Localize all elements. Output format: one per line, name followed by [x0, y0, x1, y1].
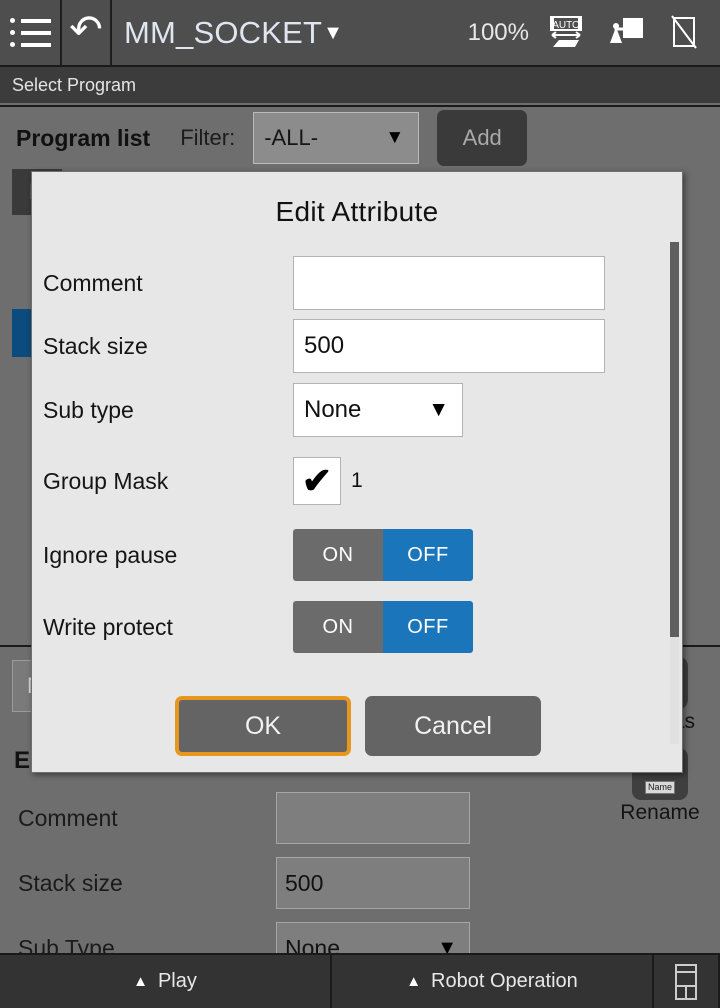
stack-size-label: Stack size: [18, 870, 276, 897]
sub-type-select[interactable]: None ▼: [293, 383, 463, 437]
dialog-title: Edit Attribute: [32, 172, 682, 228]
dialog-row-write-protect: Write protect ON OFF: [32, 601, 682, 653]
status-icons-group: 100% AUTO: [468, 13, 720, 53]
ok-button[interactable]: OK: [175, 696, 351, 756]
write-protect-off-button[interactable]: OFF: [383, 601, 473, 653]
dialog-footer: OK Cancel: [32, 680, 683, 772]
disabled-screen-icon[interactable]: [662, 13, 706, 53]
app-root: ↶ MM_SOCKET ▼ 100% AUTO: [0, 0, 720, 1008]
comment-input[interactable]: [293, 256, 605, 310]
auto-mode-icon[interactable]: AUTO: [544, 13, 588, 53]
top-toolbar: ↶ MM_SOCKET ▼ 100% AUTO: [0, 0, 720, 65]
group-mask-label: Group Mask: [43, 468, 293, 495]
robot-operation-button[interactable]: ▲ Robot Operation: [332, 955, 654, 1008]
filter-select[interactable]: -ALL- ▼: [253, 112, 419, 164]
filter-value: -ALL-: [264, 125, 318, 151]
edit-heading: E: [14, 747, 30, 775]
comment-label: Comment: [43, 270, 293, 297]
rename-nameplate: Name: [645, 781, 675, 794]
write-protect-toggle: ON OFF: [293, 601, 473, 653]
ignore-pause-label: Ignore pause: [43, 542, 293, 569]
back-button[interactable]: ↶: [62, 0, 112, 65]
add-button[interactable]: Add: [437, 110, 527, 166]
check-icon: ✔: [302, 463, 332, 499]
program-name-label: MM_SOCKET: [124, 15, 322, 51]
ignore-pause-on-button[interactable]: ON: [293, 529, 383, 581]
sub-type-label: Sub type: [43, 397, 293, 424]
menu-button[interactable]: [0, 0, 62, 65]
program-name-selector[interactable]: MM_SOCKET ▼: [124, 15, 343, 51]
group-mask-checkbox[interactable]: ✔: [293, 457, 341, 505]
program-list-toolbar: Program list Filter: -ALL- ▼ Add: [0, 107, 720, 169]
play-label: Play: [158, 970, 197, 993]
dialog-row-stack-size: Stack size 500: [32, 319, 682, 373]
bottom-toolbar: ▲ Play ▲ Robot Operation: [0, 953, 720, 1008]
form-row-stack-size: Stack size 500: [18, 857, 708, 909]
edit-attribute-dialog: Edit Attribute Comment Stack size 500 Su…: [31, 171, 683, 773]
stack-size-input[interactable]: 500: [276, 857, 470, 909]
comment-label: Comment: [18, 805, 276, 832]
group-mask-group: ✔ 1: [293, 457, 363, 505]
comment-input[interactable]: [276, 792, 470, 844]
play-button[interactable]: ▲ Play: [0, 955, 332, 1008]
dialog-row-sub-type: Sub type None ▼: [32, 383, 682, 437]
cancel-button[interactable]: Cancel: [365, 696, 541, 756]
dialog-row-group-mask: Group Mask ✔ 1: [32, 457, 682, 505]
dialog-row-ignore-pause: Ignore pause ON OFF: [32, 529, 682, 581]
chevron-down-icon: ▼: [323, 23, 343, 43]
rename-label: Rename: [612, 801, 708, 825]
dialog-row-comment: Comment: [32, 256, 682, 310]
ignore-pause-toggle: ON OFF: [293, 529, 473, 581]
dialog-scrollbar-thumb[interactable]: [670, 242, 679, 637]
stack-size-label: Stack size: [43, 333, 293, 360]
hamburger-list-icon: [10, 18, 51, 47]
undo-arrow-icon: ↶: [69, 10, 103, 50]
svg-text:AUTO: AUTO: [552, 20, 580, 31]
chevron-down-icon: ▼: [428, 398, 449, 422]
write-protect-label: Write protect: [43, 614, 293, 641]
write-protect-on-button[interactable]: ON: [293, 601, 383, 653]
dialog-body: Comment Stack size 500 Sub type None ▼ G…: [32, 228, 682, 653]
robot-operation-label: Robot Operation: [431, 970, 578, 993]
stack-size-input[interactable]: 500: [293, 319, 605, 373]
triangle-up-icon: ▲: [133, 973, 148, 990]
robot-teach-icon[interactable]: [603, 13, 647, 53]
dialog-scrollbar[interactable]: [670, 242, 679, 744]
sub-type-value: None: [304, 396, 361, 424]
breadcrumb: Select Program: [0, 65, 720, 103]
form-row-comment: Comment: [18, 792, 708, 844]
filter-label: Filter:: [180, 125, 235, 151]
page-title: Select Program: [12, 75, 136, 96]
ignore-pause-off-button[interactable]: OFF: [383, 529, 473, 581]
speed-override-value[interactable]: 100%: [468, 19, 529, 47]
group-mask-number: 1: [351, 469, 363, 493]
chevron-down-icon: ▼: [385, 127, 404, 149]
panel-layout-button[interactable]: [654, 955, 720, 1008]
program-list-title: Program list: [16, 125, 150, 152]
triangle-up-icon: ▲: [406, 973, 421, 990]
panel-layout-icon: [669, 962, 703, 1002]
